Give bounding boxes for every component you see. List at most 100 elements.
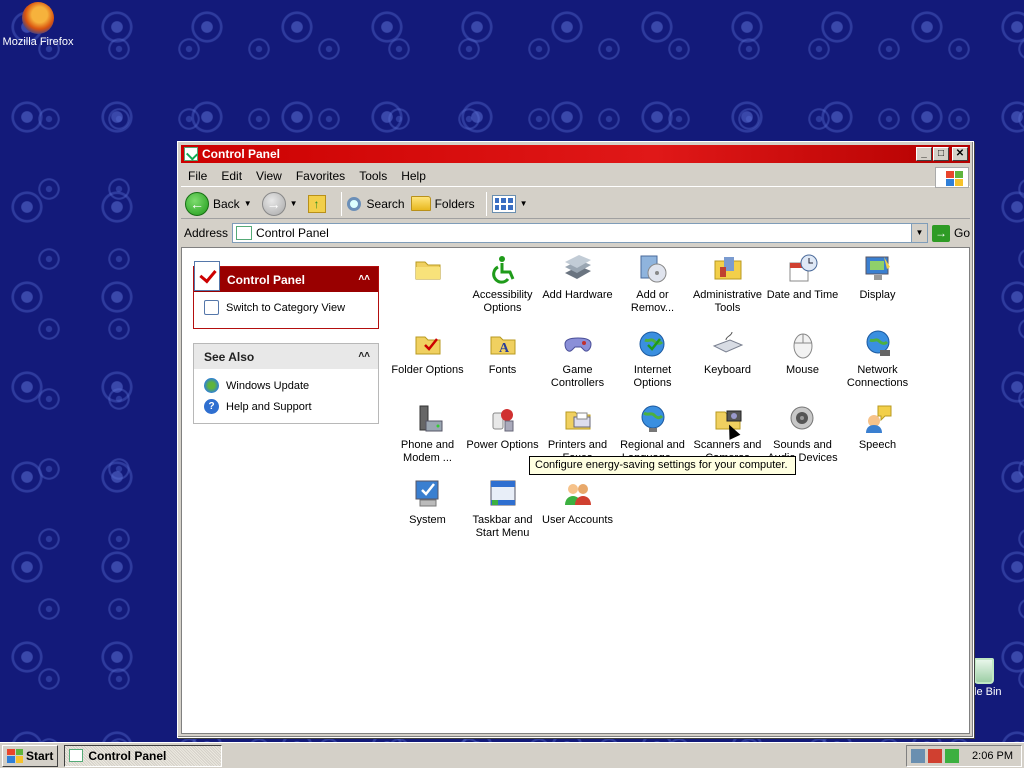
security-tray-icon[interactable]	[928, 749, 942, 763]
up-folder-icon: ↑	[307, 194, 326, 213]
menu-help[interactable]: Help	[394, 167, 433, 185]
minimize-button[interactable]: _	[916, 147, 932, 161]
see-also-header[interactable]: See Also ˄˄	[194, 344, 378, 369]
views-icon	[491, 194, 516, 213]
help-and-support-link[interactable]: ? Help and Support	[194, 396, 378, 417]
cp-item-display[interactable]: Display	[840, 248, 915, 302]
firefox-icon	[22, 2, 54, 34]
forward-dropdown-icon[interactable]: ▼	[290, 199, 298, 208]
svg-text:A: A	[499, 341, 510, 356]
menu-file[interactable]: File	[181, 167, 214, 185]
menu-view[interactable]: View	[249, 167, 289, 185]
collapse-chevron-icon[interactable]: ˄˄	[358, 350, 370, 361]
cp-item-user-accounts[interactable]: User Accounts	[540, 473, 615, 527]
windows-update-link[interactable]: Windows Update	[194, 375, 378, 396]
sounds-audio-icon	[787, 403, 819, 435]
title-bar[interactable]: Control Panel _ □ ✕	[181, 145, 970, 163]
cp-item-sounds-and-audio[interactable]: Sounds and Audio Devices	[765, 398, 840, 465]
close-button[interactable]: ✕	[952, 147, 968, 161]
window-title: Control Panel	[202, 147, 281, 161]
control-panel-task-panel: Control Panel ˄˄ Switch to Category View	[193, 261, 379, 329]
regional-language-icon	[637, 403, 669, 435]
up-button[interactable]: ↑	[307, 194, 330, 213]
collapse-chevron-icon[interactable]: ˄˄	[358, 273, 370, 284]
printers-faxes-icon	[562, 403, 594, 435]
item-label: Administrative Tools	[692, 289, 763, 314]
address-dropdown-icon[interactable]: ▼	[910, 224, 927, 242]
cp-item-add-hardware[interactable]: Add Hardware	[540, 248, 615, 302]
cp-item-speech[interactable]: Speech	[840, 398, 915, 452]
link-label: Switch to Category View	[226, 301, 346, 314]
folder-icon	[412, 253, 444, 285]
folders-button[interactable]: Folders	[410, 196, 475, 211]
cp-item-regional-and-language[interactable]: Regional and Language ...	[615, 398, 690, 465]
item-label: Network Connections	[846, 364, 909, 389]
go-arrow-icon: →	[931, 224, 950, 242]
clock[interactable]: 2:06 PM	[972, 750, 1013, 762]
cp-item-internet-options[interactable]: Internet Options	[615, 323, 690, 390]
menu-favorites[interactable]: Favorites	[289, 167, 352, 185]
control-panel-panel-header[interactable]: Control Panel ˄˄	[194, 261, 378, 292]
toolbar-separator	[340, 191, 342, 216]
start-button[interactable]: Start	[2, 744, 59, 767]
standard-toolbar: ← Back ▼ → ▼ ↑ Search Folders ▼	[181, 189, 970, 219]
cp-item-system[interactable]: System	[390, 473, 465, 527]
address-bar: Address Control Panel ▼ → Go	[181, 221, 970, 245]
start-label: Start	[26, 748, 54, 763]
back-button[interactable]: ← Back ▼	[185, 191, 256, 216]
taskbar-button-control-panel[interactable]: Control Panel	[64, 744, 223, 767]
forward-button[interactable]: → ▼	[261, 191, 302, 216]
panel-heading: Control Panel	[227, 272, 306, 287]
search-button[interactable]: Search	[346, 196, 405, 211]
back-dropdown-icon[interactable]: ▼	[244, 199, 252, 208]
menu-tools[interactable]: Tools	[352, 167, 394, 185]
network-connections-icon	[862, 328, 894, 360]
cp-item-administrative-tools[interactable]: Administrative Tools	[690, 248, 765, 315]
cp-item-keyboard[interactable]: Keyboard	[690, 323, 765, 377]
item-label: Power Options	[466, 439, 539, 451]
cp-item-fonts[interactable]: A Fonts	[465, 323, 540, 377]
admin-tools-icon	[712, 253, 744, 285]
folder-options-icon	[412, 328, 444, 360]
cp-item-add-remove-programs[interactable]: Add or Remov...	[615, 248, 690, 315]
help-icon: ?	[204, 399, 219, 414]
cp-item-taskbar-and-start-menu[interactable]: Taskbar and Start Menu	[465, 473, 540, 540]
add-hardware-icon	[562, 253, 594, 285]
cp-item-accessibility-options[interactable]: Accessibility Options	[465, 248, 540, 315]
cp-item-folder[interactable]	[390, 248, 465, 289]
item-label: Mouse	[785, 364, 820, 376]
fonts-icon: A	[487, 328, 519, 360]
item-label: Speech	[858, 439, 897, 451]
desktop-icon-firefox[interactable]: Mozilla Firefox	[0, 2, 76, 48]
item-label: System	[409, 514, 446, 526]
address-field[interactable]: Control Panel ▼	[232, 223, 928, 243]
item-label: Add Hardware	[542, 289, 613, 301]
go-button[interactable]: → Go	[931, 224, 970, 242]
menu-edit[interactable]: Edit	[214, 167, 249, 185]
cp-item-date-and-time[interactable]: Date and Time	[765, 248, 840, 302]
item-label: Internet Options	[633, 364, 672, 389]
maximize-button[interactable]: □	[933, 147, 949, 161]
panel-heading: See Also	[204, 349, 255, 364]
cp-item-power-options[interactable]: Power Options	[465, 398, 540, 452]
item-label: Date and Time	[766, 289, 839, 301]
cp-item-folder-options[interactable]: Folder Options	[390, 323, 465, 377]
taskbar-start-menu-icon	[487, 478, 519, 510]
switch-category-view-link[interactable]: Switch to Category View	[194, 297, 378, 318]
views-button[interactable]: ▼	[491, 194, 532, 213]
category-view-icon	[204, 300, 219, 315]
cp-item-network-connections[interactable]: Network Connections	[840, 323, 915, 390]
cp-item-mouse[interactable]: Mouse	[765, 323, 840, 377]
cp-item-game-controllers[interactable]: Game Controllers	[540, 323, 615, 390]
window-controls: _ □ ✕	[915, 147, 968, 161]
cp-item-printers-and-faxes[interactable]: Printers and Faxes	[540, 398, 615, 465]
network-tray-icon[interactable]	[911, 749, 925, 763]
desktop-icon-recycle-bin[interactable]: le Bin	[974, 658, 1024, 698]
address-label: Address	[184, 226, 229, 240]
windows-logo-icon	[7, 748, 23, 763]
item-label: User Accounts	[542, 514, 613, 526]
item-label: Phone and Modem ...	[400, 439, 455, 464]
user-accounts-icon	[562, 478, 594, 510]
cp-item-phone-and-modem[interactable]: Phone and Modem ...	[390, 398, 465, 465]
status-tray-icon[interactable]	[945, 749, 959, 763]
